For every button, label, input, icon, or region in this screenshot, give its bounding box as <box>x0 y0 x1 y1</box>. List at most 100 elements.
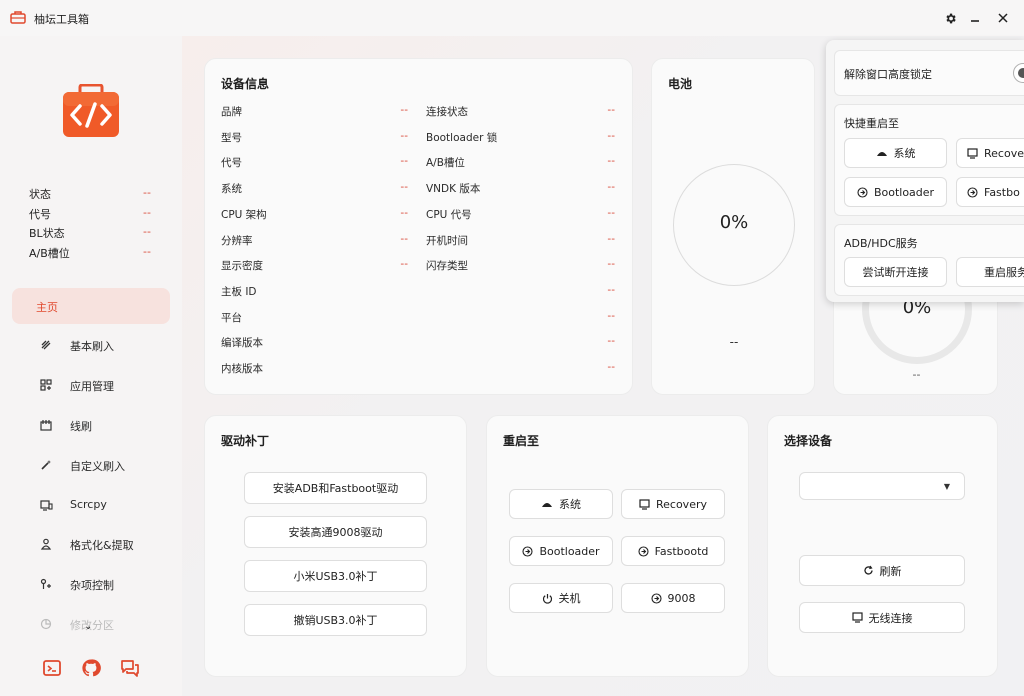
device-info-row: VNDK 版本 -- <box>426 181 615 195</box>
device-info-row: 系统 -- <box>221 181 408 195</box>
quick-reboot-recovery-button[interactable]: Recove <box>956 138 1024 168</box>
sidebar-item-format-extract[interactable]: 格式化&提取 <box>12 526 170 562</box>
device-select-title: 选择设备 <box>784 434 833 448</box>
device-info-row: 品牌 -- <box>221 104 408 118</box>
codename-row: 代号 -- <box>29 206 151 221</box>
monitor-icon <box>851 612 863 623</box>
minimize-button[interactable] <box>966 9 984 27</box>
chat-icon[interactable] <box>120 658 140 678</box>
device-info-row: 闪存类型 -- <box>426 258 615 272</box>
try-disconnect-button[interactable]: 尝试断开连接 <box>844 257 947 287</box>
height-lock-section: 解除窗口高度锁定 <box>834 50 1024 96</box>
device-info-row: Bootloader 锁 -- <box>426 130 615 144</box>
install-adb-fastboot-button[interactable]: 安装ADB和Fastboot驱动 <box>244 472 427 504</box>
wireless-connect-button[interactable]: 无线连接 <box>799 602 965 633</box>
reboot-9008-button[interactable]: 9008 <box>621 583 725 613</box>
gear-icon <box>945 13 956 23</box>
bootloader-icon <box>522 545 533 557</box>
device-info-row: 型号 -- <box>221 130 408 144</box>
sidebar-item-scrcpy[interactable]: Scrcpy <box>12 487 170 523</box>
device-info-row: CPU 代号 -- <box>426 207 615 221</box>
sidebar: 状态 -- 代号 -- BL状态 -- A/B槽位 -- 主页 基本刷入 应用管… <box>0 36 182 696</box>
chevron-down-icon[interactable]: ⌄ <box>84 621 92 632</box>
adb-service-title: ADB/HDC服务 <box>844 237 918 250</box>
recovery-icon <box>639 498 650 510</box>
battery-title: 电池 <box>668 77 693 91</box>
reboot-bootloader-button[interactable]: Bootloader <box>509 536 613 566</box>
refresh-button[interactable]: 刷新 <box>799 555 965 586</box>
system-icon <box>876 152 887 156</box>
terminal-icon[interactable] <box>42 658 62 678</box>
xiaomi-usb3-patch-button[interactable]: 小米USB3.0补丁 <box>244 560 427 592</box>
device-info-row: 平台 -- <box>221 310 615 324</box>
quick-reboot-system-button[interactable]: 系统 <box>844 138 947 168</box>
quick-reboot-title: 快捷重启至 <box>844 117 899 130</box>
fastbootd-icon <box>638 545 649 557</box>
reboot-recovery-button[interactable]: Recovery <box>621 489 725 519</box>
device-info-title: 设备信息 <box>221 77 270 91</box>
reboot-system-button[interactable]: 系统 <box>509 489 613 519</box>
sidebar-item-custom-flash[interactable]: 自定义刷入 <box>12 447 170 483</box>
edl-icon <box>650 592 662 604</box>
flash-icon <box>38 337 54 353</box>
device-info-row: A/B槽位 -- <box>426 155 615 169</box>
height-lock-toggle[interactable] <box>1013 63 1024 83</box>
device-info-row: CPU 架构 -- <box>221 207 408 221</box>
device-info-row: 内核版本 -- <box>221 361 615 375</box>
device-info-row: 代号 -- <box>221 155 408 169</box>
sidebar-item-basic-flash[interactable]: 基本刷入 <box>12 327 170 363</box>
partition-icon <box>38 616 54 632</box>
reboot-fastbootd-button[interactable]: Fastbootd <box>621 536 725 566</box>
bl-status-row: BL状态 -- <box>29 225 151 240</box>
bootloader-icon <box>857 186 868 198</box>
quick-settings-flyout: 解除窗口高度锁定 快捷重启至 系统 Recove Bootloader Fast… <box>826 40 1024 302</box>
device-info-row: 主板 ID -- <box>221 284 615 298</box>
device-info-row: 显示密度 -- <box>221 258 408 272</box>
install-qualcomm-9008-button[interactable]: 安装高通9008驱动 <box>244 516 427 548</box>
title-bar: 柚坛工具箱 <box>0 0 1024 36</box>
storage-status: -- <box>912 368 921 381</box>
device-info-row: 连接状态 -- <box>426 104 615 118</box>
driver-title: 驱动补丁 <box>221 434 270 448</box>
device-dropdown[interactable]: ▼ <box>799 472 965 500</box>
status-row: 状态 -- <box>29 186 151 201</box>
adb-service-section: ADB/HDC服务 尝试断开连接 重启服务 <box>834 224 1024 296</box>
quick-reboot-fastbootd-button[interactable]: Fastbo <box>956 177 1024 207</box>
sidebar-item-app-manager[interactable]: 应用管理 <box>12 367 170 403</box>
device-info-row: 编译版本 -- <box>221 335 615 349</box>
screen-mirror-icon <box>38 497 54 513</box>
line-flash-icon <box>38 417 54 433</box>
battery-card: 电池 0% -- <box>651 58 815 395</box>
close-button[interactable] <box>994 9 1012 27</box>
format-icon <box>38 536 54 552</box>
recovery-icon <box>967 147 978 159</box>
sidebar-item-home[interactable]: 主页 <box>12 288 170 324</box>
misc-control-icon <box>38 576 54 592</box>
sidebar-item-line-flash[interactable]: 线刷 <box>12 407 170 443</box>
reboot-title: 重启至 <box>503 434 540 448</box>
device-select-card: 选择设备 <box>767 415 998 677</box>
restart-service-button[interactable]: 重启服务 <box>956 257 1024 287</box>
caret-down-icon: ▼ <box>943 482 950 491</box>
settings-button[interactable] <box>941 9 959 27</box>
apps-icon <box>38 377 54 393</box>
toolbox-icon <box>10 11 26 24</box>
fastbootd-icon <box>967 186 978 198</box>
sidebar-item-misc-control[interactable]: 杂项控制 <box>12 566 170 602</box>
app-title: 柚坛工具箱 <box>34 13 89 26</box>
quick-reboot-bootloader-button[interactable]: Bootloader <box>844 177 947 207</box>
battery-percent: 0% <box>719 212 749 233</box>
quick-reboot-section: 快捷重启至 系统 Recove Bootloader Fastbo <box>834 104 1024 216</box>
wand-icon <box>38 457 54 473</box>
refresh-icon <box>863 565 873 575</box>
power-off-button[interactable]: 关机 <box>509 583 613 613</box>
device-info-row: 分辨率 -- <box>221 233 408 247</box>
github-icon[interactable] <box>81 658 101 678</box>
revert-usb3-patch-button[interactable]: 撤销USB3.0补丁 <box>244 604 427 636</box>
device-info-row: 开机时间 -- <box>426 233 615 247</box>
minimize-icon <box>971 20 979 22</box>
close-icon <box>998 13 1008 23</box>
app-logo-icon <box>63 84 119 137</box>
power-icon <box>542 593 552 604</box>
system-icon <box>542 503 552 507</box>
